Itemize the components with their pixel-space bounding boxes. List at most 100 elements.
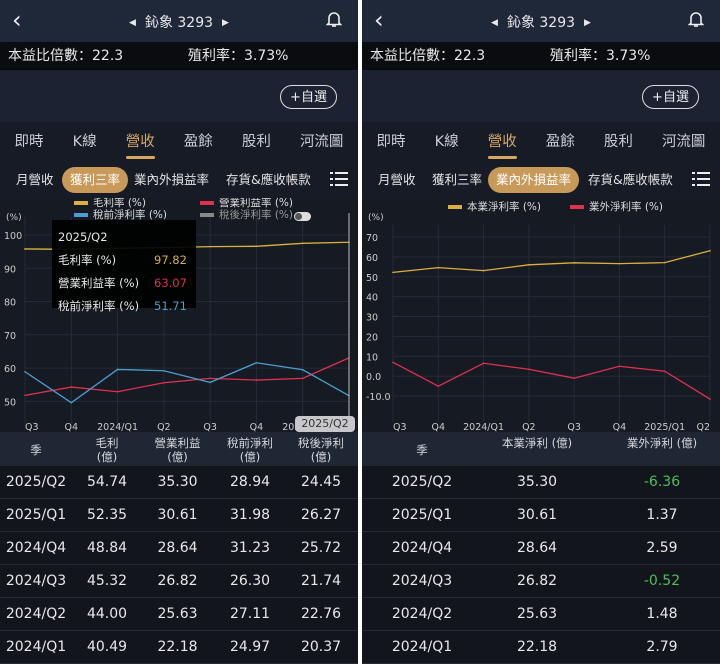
- tooltip-label: 營業利益率 (%): [58, 276, 140, 290]
- table-row: 2024/Q2 44.00 25.63 27.11 22.76: [0, 598, 358, 631]
- prev-stock-icon[interactable]: ◀: [129, 18, 136, 28]
- x-tick-label: Q3: [25, 422, 39, 432]
- subtab-three-margins[interactable]: 獲利三率: [424, 167, 490, 193]
- tab-kline[interactable]: K線: [73, 122, 97, 162]
- column-header[interactable]: 稅前淨利 (億): [214, 436, 286, 464]
- subtab-monthly-revenue[interactable]: 月營收: [8, 167, 62, 193]
- tab-realtime[interactable]: 即時: [377, 122, 406, 162]
- table-cell: 2.59: [646, 540, 678, 556]
- x-tick-label: 2024/Q1: [463, 422, 504, 432]
- column-header[interactable]: 營業利益 (億): [140, 436, 215, 464]
- table-row: 2025/Q1 30.61 1.37: [362, 499, 720, 532]
- table-cell: 40.49: [86, 639, 128, 655]
- add-watchlist-button[interactable]: +自選: [642, 85, 699, 109]
- tab-realtime[interactable]: 即時: [15, 122, 44, 162]
- subtab-inventory-receivables[interactable]: 存貨&應收帳款: [218, 167, 319, 193]
- tab-kline[interactable]: K線: [435, 122, 459, 162]
- column-header[interactable]: 本業淨利 (億): [482, 436, 592, 450]
- tooltip-value: 51.71: [154, 299, 187, 313]
- data-point: [392, 271, 394, 274]
- margin-chart[interactable]: 毛利率 (%) 營業利益率 (%) 稅前淨利率 (%) 稅後淨利率 (%) (%) 50 6…: [0, 198, 358, 432]
- table-row: 2024/Q1 22.18 2.79: [362, 631, 720, 664]
- data-point: [255, 361, 258, 364]
- x-tick-label: Q4: [613, 422, 627, 432]
- table-cell: 30.61: [516, 507, 558, 523]
- subtab-operating-nonop[interactable]: 業內外損益率: [488, 167, 580, 193]
- top-bar: ‹ ◀ 鈊象 3293 ▶: [362, 0, 720, 42]
- column-header[interactable]: 稅後淨利 (億): [284, 436, 358, 464]
- bell-icon[interactable]: [688, 10, 704, 28]
- column-header[interactable]: 業外淨利 (億): [607, 436, 717, 450]
- y-tick-label: 60: [4, 364, 16, 375]
- subtab-inventory-receivables[interactable]: 存貨&應收帳款: [580, 167, 681, 193]
- tooltip-value: 63.07: [154, 276, 187, 290]
- table-cell: 35.30: [157, 474, 198, 490]
- data-point: [528, 368, 530, 371]
- legend-label-1: 營業利益率 (%): [219, 198, 293, 209]
- table-cell: 45.32: [86, 573, 128, 589]
- table-cell: 2025/Q1: [391, 507, 453, 523]
- pe-ratio: 本益比倍數：22.3: [8, 48, 124, 64]
- table-cell: 22.18: [157, 639, 198, 655]
- tab-river-chart[interactable]: 河流圖: [662, 122, 706, 162]
- tooltip-label: 毛利率 (%): [58, 253, 117, 267]
- y-tick-label: 80: [4, 298, 16, 309]
- y-tick-label: 90: [4, 264, 16, 275]
- subtab-operating-nonop[interactable]: 業內外損益率: [126, 167, 217, 193]
- data-point: [255, 245, 258, 248]
- data-point: [301, 242, 304, 245]
- data-point: [437, 385, 440, 387]
- series-line-2: [24, 362, 350, 404]
- left-screen: ‹ ◀ 鈊象 3293 ▶ 本益比倍數：22.3 殖利率：3.73% +自選 即時 K…: [0, 0, 358, 664]
- y-tick-label: 70: [366, 233, 378, 244]
- column-header[interactable]: 季: [382, 443, 462, 457]
- table-cell: 2025/Q2: [5, 474, 67, 490]
- subtab-three-margins[interactable]: 獲利三率: [62, 167, 129, 193]
- table-cell: 2.79: [646, 639, 678, 655]
- data-point: [482, 269, 485, 272]
- list-menu-icon[interactable]: [692, 172, 710, 186]
- tab-river-chart[interactable]: 河流圖: [300, 122, 344, 162]
- table-row: 2024/Q2 25.63 1.48: [362, 598, 720, 631]
- table-cell: 44.00: [86, 606, 128, 622]
- table-cell: 2024/Q1: [5, 639, 67, 655]
- bell-icon[interactable]: [326, 10, 342, 28]
- nonop-chart-svg: 本業淨利率 (%) 業外淨利率 (%) (%) 70 60 50 40 30 20 10 0.0 -1…: [366, 200, 711, 432]
- tab-earnings[interactable]: 盈餘: [546, 122, 575, 162]
- column-header[interactable]: 毛利 (億): [72, 436, 142, 464]
- data-point: [70, 386, 73, 388]
- data-point: [618, 365, 621, 368]
- table-row: 2025/Q1 52.35 30.61 31.98 26.27: [0, 499, 358, 532]
- table-cell: 28.94: [229, 474, 271, 490]
- nonop-chart[interactable]: 本業淨利率 (%) 業外淨利率 (%) (%) 70 60 50 40 30 20 10 0.0 -1…: [362, 198, 720, 432]
- column-header[interactable]: 季: [0, 443, 72, 457]
- tab-revenue[interactable]: 營收: [487, 122, 517, 162]
- list-menu-icon[interactable]: [330, 172, 348, 186]
- next-stock-icon[interactable]: ▶: [584, 18, 591, 28]
- tooltip-label: 稅前淨利率 (%): [58, 299, 140, 313]
- tab-revenue[interactable]: 營收: [125, 122, 155, 162]
- y-tick-label: 60: [366, 253, 378, 264]
- tab-earnings[interactable]: 盈餘: [184, 122, 213, 162]
- main-tabs: 即時 K線 營收 盈餘 股利 河流圖: [362, 122, 720, 162]
- prev-stock-icon[interactable]: ◀: [491, 18, 498, 28]
- table-row: 2025/Q2 54.74 35.30 28.94 24.45: [0, 466, 358, 499]
- table-cell: 52.35: [86, 507, 128, 523]
- subtab-monthly-revenue[interactable]: 月營收: [370, 167, 424, 193]
- table-header: 季毛利 (億) 營業利益 (億) 稅前淨利 (億) 稅後淨利 (億): [0, 432, 358, 466]
- x-tick-label: Q3: [203, 422, 217, 432]
- table-cell: 2024/Q4: [5, 540, 67, 556]
- table-cell: 30.61: [157, 507, 198, 523]
- dividend-yield: 殖利率：3.73%: [188, 48, 289, 64]
- table-cell: 31.98: [229, 507, 271, 523]
- legend-swatch-3: [200, 213, 214, 217]
- table-cell: 24.45: [300, 474, 342, 490]
- tab-dividend[interactable]: 股利: [242, 122, 271, 162]
- table-cell: 28.64: [157, 540, 198, 556]
- tab-dividend[interactable]: 股利: [604, 122, 633, 162]
- next-stock-icon[interactable]: ▶: [222, 18, 229, 28]
- y-tick-label: -10.0: [366, 392, 391, 403]
- x-tick-label: Q2: [522, 422, 536, 432]
- x-tick-label: Q3: [567, 422, 581, 432]
- add-watchlist-button[interactable]: +自選: [280, 85, 337, 109]
